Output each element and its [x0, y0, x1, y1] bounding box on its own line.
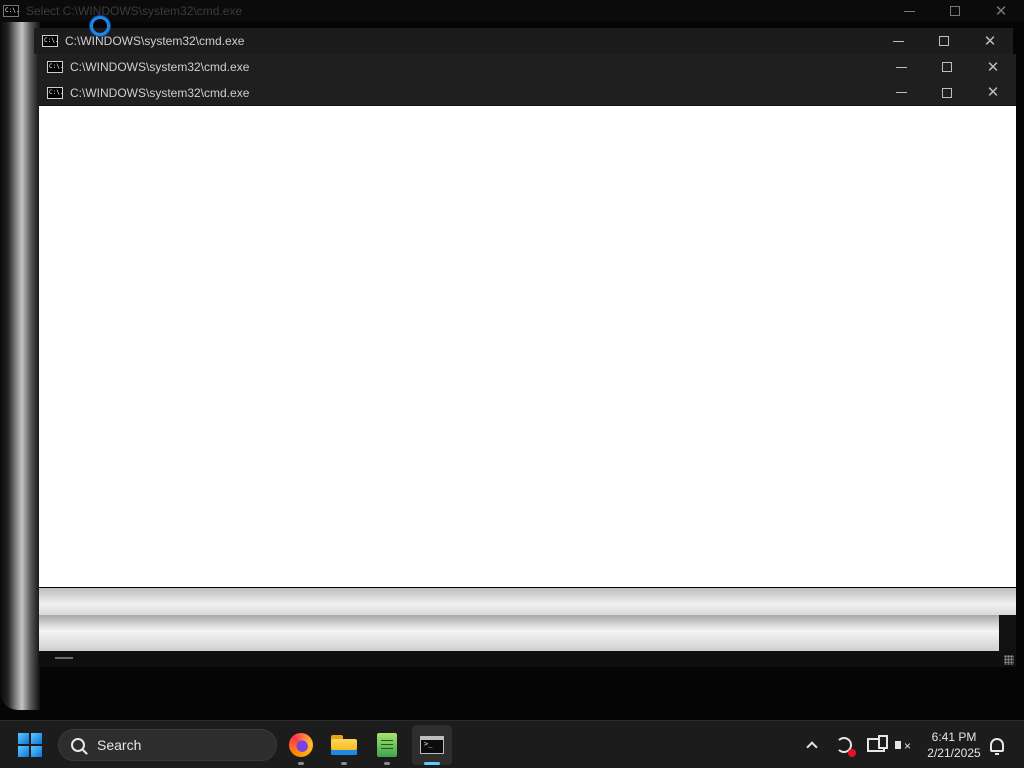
title-bar[interactable]: C:\. C:\WINDOWS\system32\cmd.exe ✕	[39, 54, 1016, 80]
search-label: Search	[97, 737, 142, 753]
file-explorer-icon	[331, 735, 357, 755]
sync-status-button[interactable]	[832, 733, 856, 757]
clock[interactable]: 6:41 PM 2/21/2025	[922, 729, 986, 761]
chevron-up-icon	[806, 741, 818, 753]
window-title: Select C:\WINDOWS\system32\cmd.exe	[26, 4, 243, 18]
minimize-icon	[903, 10, 915, 12]
maximize-button[interactable]	[924, 54, 970, 80]
bell-icon	[990, 738, 1004, 755]
cmd-window-1[interactable]: C:\. C:\WINDOWS\system32\cmd.exe ✕	[34, 28, 1013, 54]
close-button[interactable]: ✕	[970, 54, 1016, 80]
taskbar: Search 6:41 PM 2/21/2025	[0, 720, 1024, 768]
volume-button[interactable]	[892, 733, 916, 757]
close-button[interactable]: ✕	[967, 28, 1013, 54]
close-icon: ✕	[986, 58, 1000, 76]
window-title: C:\WINDOWS\system32\cmd.exe	[65, 34, 245, 48]
taskbar-firefox[interactable]	[281, 725, 321, 765]
taskbar-file-explorer[interactable]	[324, 725, 364, 765]
close-button[interactable]: ✕	[978, 0, 1024, 22]
maximize-button[interactable]	[924, 80, 970, 105]
taskbar-notepad-plus-plus[interactable]	[367, 725, 407, 765]
volume-muted-icon	[895, 737, 913, 753]
command-prompt-icon	[420, 736, 444, 754]
notifications-button[interactable]	[985, 733, 1009, 757]
cmd-window-2[interactable]: C:\. C:\WINDOWS\system32\cmd.exe ✕	[39, 54, 1016, 80]
minimize-icon	[895, 92, 907, 93]
window-title: C:\WINDOWS\system32\cmd.exe	[70, 85, 250, 100]
clock-date: 2/21/2025	[927, 746, 981, 760]
minimize-button[interactable]	[878, 80, 924, 105]
clock-time: 6:41 PM	[931, 730, 977, 744]
cmd-icon: C:\.	[47, 61, 63, 73]
minimize-button[interactable]	[875, 28, 921, 54]
ghost-window-edge	[0, 20, 40, 710]
cmd-icon: C:\.	[42, 35, 58, 47]
start-button[interactable]	[18, 733, 42, 757]
window-bottom-bar	[39, 651, 1016, 667]
title-bar[interactable]: C:\. Select C:\WINDOWS\system32\cmd.exe …	[0, 0, 1024, 22]
console-area[interactable]	[39, 106, 1016, 587]
resize-grip-icon[interactable]	[1004, 655, 1014, 665]
notepad-plus-plus-icon	[377, 733, 397, 757]
minimize-icon	[892, 40, 904, 42]
network-icon	[867, 735, 888, 752]
minimize-button[interactable]	[886, 0, 932, 22]
maximize-icon	[939, 36, 949, 46]
minimize-button[interactable]	[878, 54, 924, 80]
vertical-scrollbar[interactable]	[999, 615, 1016, 651]
dash-mark	[55, 657, 73, 659]
taskbar-command-prompt[interactable]	[412, 725, 452, 765]
desktop: C:\. Select C:\WINDOWS\system32\cmd.exe …	[0, 0, 1024, 720]
minimize-icon	[895, 66, 907, 68]
busy-cursor-icon	[90, 16, 110, 36]
network-button[interactable]	[864, 733, 888, 757]
restore-icon	[950, 6, 960, 16]
search-box[interactable]: Search	[58, 729, 277, 761]
sync-alert-icon	[836, 737, 856, 757]
window-trail	[39, 615, 999, 651]
search-icon	[71, 738, 85, 752]
cmd-window-select[interactable]: C:\. Select C:\WINDOWS\system32\cmd.exe …	[0, 0, 1024, 22]
close-icon: ✕	[983, 32, 997, 50]
maximize-button[interactable]	[921, 28, 967, 54]
maximize-icon	[942, 87, 952, 98]
close-icon: ✕	[994, 2, 1008, 20]
firefox-icon	[289, 733, 313, 757]
cmd-icon: C:\.	[3, 5, 19, 17]
show-hidden-icons-button[interactable]	[800, 733, 824, 757]
cmd-window-3[interactable]: C:\. C:\WINDOWS\system32\cmd.exe ✕	[39, 80, 1016, 587]
window-title: C:\WINDOWS\system32\cmd.exe	[70, 60, 250, 74]
maximize-icon	[942, 62, 952, 72]
windows-logo-icon	[18, 733, 29, 744]
title-bar[interactable]: C:\. C:\WINDOWS\system32\cmd.exe ✕	[34, 28, 1013, 54]
restore-button[interactable]	[932, 0, 978, 22]
cmd-icon: C:\.	[47, 86, 63, 99]
close-button[interactable]: ✕	[970, 80, 1016, 105]
close-icon: ✕	[986, 84, 1000, 101]
window-trail	[39, 588, 1016, 615]
title-bar[interactable]: C:\. C:\WINDOWS\system32\cmd.exe ✕	[39, 80, 1016, 106]
